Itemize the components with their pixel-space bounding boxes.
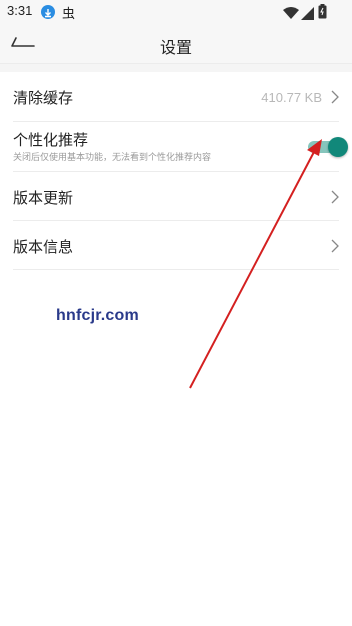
chevron-right-icon <box>331 239 339 253</box>
version-info-label: 版本信息 <box>13 238 74 256</box>
battery-icon <box>318 4 327 23</box>
download-icon <box>41 5 55 19</box>
row-divider <box>13 269 339 270</box>
app-notification-icon: 虫 <box>62 7 76 22</box>
signal-icon <box>301 5 314 24</box>
personalized-recommend-description: 关闭后仅使用基本功能，无法看到个性化推荐内容 <box>13 153 212 163</box>
toggle-knob <box>328 137 348 157</box>
personalized-recommend-toggle[interactable] <box>308 137 348 157</box>
status-bar: 3:31 虫 <box>0 0 352 24</box>
chevron-right-icon <box>331 190 339 204</box>
chevron-right-icon <box>331 90 339 104</box>
status-time: 3:31 <box>7 3 33 18</box>
clear-cache-label: 清除缓存 <box>13 89 74 107</box>
nav-bar: 设置 <box>0 24 352 64</box>
wifi-icon <box>283 5 299 24</box>
cache-size-value: 410.77 KB <box>261 90 322 105</box>
personalized-recommend-label: 个性化推荐 <box>13 131 89 149</box>
clear-cache-row[interactable]: 清除缓存 410.77 KB <box>0 72 352 122</box>
personalized-recommend-row: 个性化推荐 关闭后仅使用基本功能，无法看到个性化推荐内容 <box>0 122 352 172</box>
section-gap <box>0 64 352 72</box>
page-title: 设置 <box>159 38 192 57</box>
site-watermark: hnfcjr.com <box>56 307 139 324</box>
version-update-row[interactable]: 版本更新 <box>0 172 352 221</box>
version-update-label: 版本更新 <box>13 189 74 207</box>
version-info-row[interactable]: 版本信息 <box>0 221 352 270</box>
